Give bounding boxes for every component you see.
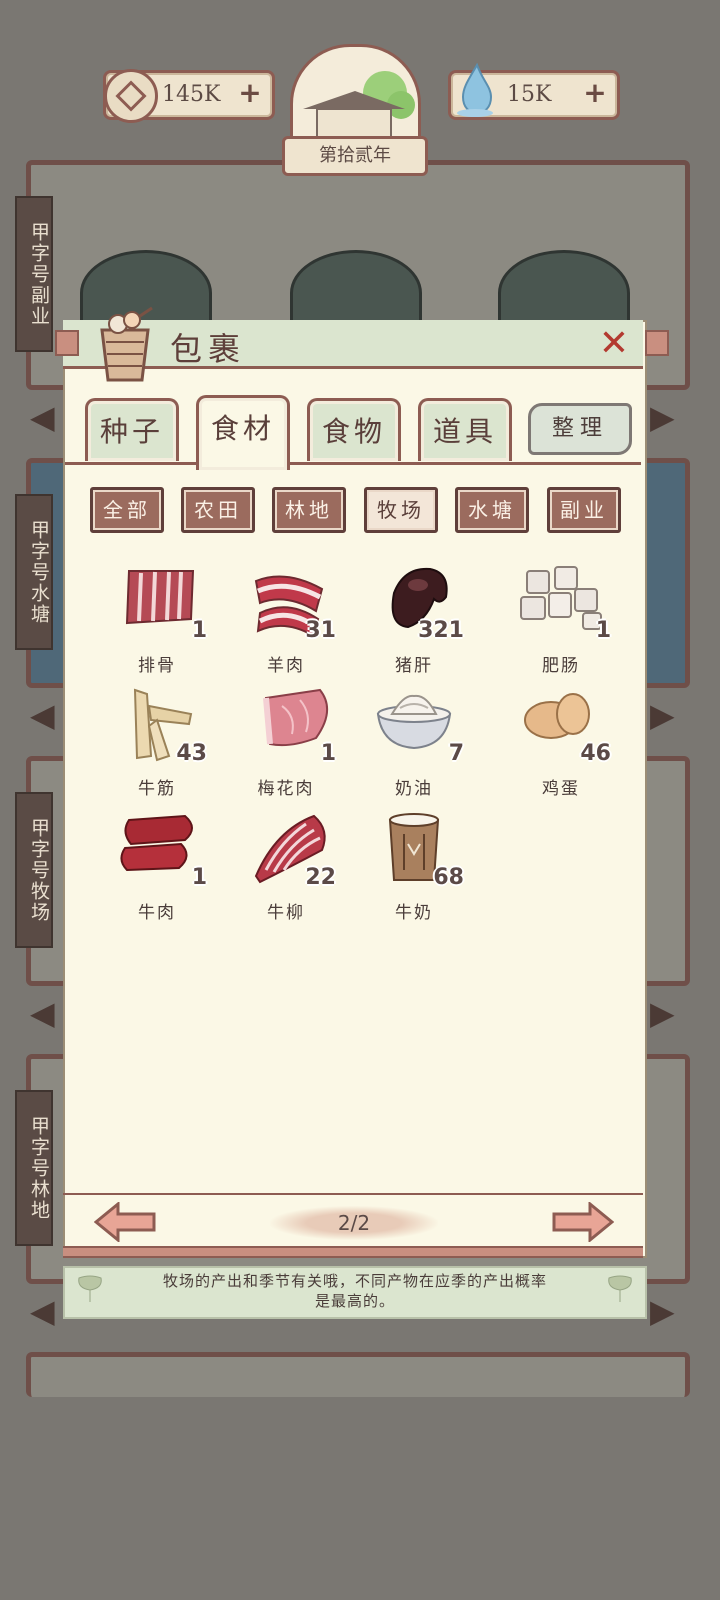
item-name: 羊肉	[267, 656, 305, 676]
tab-props[interactable]: 道具	[418, 398, 512, 461]
ginkgo-leaf-icon	[608, 1275, 632, 1302]
item-slot[interactable]: 31 羊肉	[226, 563, 346, 683]
coin-icon	[104, 69, 158, 123]
tab-ingredients[interactable]: 食材	[196, 395, 290, 470]
water-drop-icon	[457, 63, 493, 117]
pager-divider	[63, 1193, 643, 1195]
item-name: 鸡蛋	[542, 779, 580, 799]
item-quantity: 31	[305, 618, 336, 643]
tip-banner: 牧场的产出和季节有关哦，不同产物在应季的产出概率 是最高的。	[63, 1266, 647, 1319]
side-label-pond[interactable]: 甲字号水塘	[15, 494, 53, 650]
item-quantity: 7	[448, 741, 464, 766]
item-name: 牛筋	[138, 779, 176, 799]
side-label-sideline[interactable]: 甲字号副业	[15, 196, 53, 352]
item-quantity: 321	[418, 618, 464, 643]
prev-page-button[interactable]	[94, 1202, 156, 1242]
add-coins-button[interactable]: +	[236, 79, 264, 107]
item-quantity: 22	[305, 865, 336, 890]
scroll-end-left	[55, 330, 79, 356]
arrow-right-icon[interactable]: ▶	[650, 698, 682, 732]
item-quantity: 43	[176, 741, 207, 766]
arrow-right-icon[interactable]: ▶	[650, 400, 682, 434]
arrow-left-icon[interactable]: ◀	[30, 698, 62, 732]
filter-all[interactable]: 全部	[90, 487, 164, 533]
item-slot[interactable]: 1 肥肠	[501, 563, 621, 683]
tip-text-line2: 是最高的。	[314, 1292, 395, 1310]
coin-value: 145K	[162, 82, 221, 107]
next-page-button[interactable]	[552, 1202, 614, 1242]
item-name: 猪肝	[395, 656, 433, 676]
arrow-left-icon[interactable]: ◀	[30, 400, 62, 434]
water-counter: 15K +	[448, 63, 620, 120]
panel-bottom-border	[63, 1246, 643, 1258]
arrow-right-icon[interactable]: ▶	[650, 996, 682, 1030]
tab-divider	[65, 462, 641, 465]
arrow-right-icon[interactable]: ▶	[650, 1294, 682, 1328]
item-slot[interactable]: 1 梅花肉	[226, 686, 346, 806]
item-name: 奶油	[395, 779, 433, 799]
item-name: 梅花肉	[257, 779, 315, 799]
item-slot[interactable]: 1 排骨	[97, 563, 217, 683]
close-button[interactable]: ✕	[596, 326, 632, 362]
item-quantity: 1	[320, 741, 336, 766]
arrow-left-icon[interactable]: ◀	[30, 996, 62, 1030]
item-name: 牛柳	[267, 903, 305, 923]
add-water-button[interactable]: +	[581, 79, 609, 107]
ginkgo-leaf-icon	[78, 1275, 102, 1302]
filter-ranch[interactable]: 牧场	[364, 487, 438, 533]
filter-farmland[interactable]: 农田	[181, 487, 255, 533]
item-name: 牛肉	[138, 903, 176, 923]
page-indicator: 2/2	[270, 1206, 438, 1240]
coin-counter: 145K +	[103, 69, 275, 123]
item-quantity: 68	[433, 865, 464, 890]
side-label-ranch[interactable]: 甲字号牧场	[15, 792, 53, 948]
basket-icon	[100, 306, 153, 382]
item-quantity: 1	[595, 618, 611, 643]
tab-seeds[interactable]: 种子	[85, 398, 179, 461]
item-slot[interactable]: 1 牛肉	[97, 810, 217, 930]
arrow-left-icon[interactable]: ◀	[30, 1294, 62, 1328]
filter-pond[interactable]: 水塘	[455, 487, 529, 533]
item-quantity: 46	[580, 741, 611, 766]
item-name: 排骨	[138, 656, 176, 676]
panel-title: 包裹	[170, 330, 247, 368]
item-slot[interactable]: 43 牛筋	[97, 686, 217, 806]
year-label: 第拾贰年	[282, 136, 428, 176]
side-label-forest[interactable]: 甲字号林地	[15, 1090, 53, 1246]
filter-forest[interactable]: 林地	[272, 487, 346, 533]
item-quantity: 1	[191, 618, 207, 643]
filter-sideline[interactable]: 副业	[547, 487, 621, 533]
item-quantity: 1	[191, 865, 207, 890]
sort-button[interactable]: 整理	[528, 403, 632, 455]
item-slot[interactable]: 68 牛奶	[354, 810, 474, 930]
item-slot[interactable]: 46 鸡蛋	[501, 686, 621, 806]
plot-shelf-next[interactable]	[26, 1352, 690, 1397]
item-slot[interactable]: 22 牛柳	[226, 810, 346, 930]
tab-food[interactable]: 食物	[307, 398, 401, 461]
scroll-end-right	[645, 330, 669, 356]
item-name: 牛奶	[395, 903, 433, 923]
item-slot[interactable]: 321 猪肝	[354, 563, 474, 683]
tip-text-line1: 牧场的产出和季节有关哦，不同产物在应季的产出概率	[162, 1272, 547, 1290]
item-slot[interactable]: 7 奶油	[354, 686, 474, 806]
item-name: 肥肠	[542, 656, 580, 676]
water-value: 15K	[507, 82, 552, 107]
